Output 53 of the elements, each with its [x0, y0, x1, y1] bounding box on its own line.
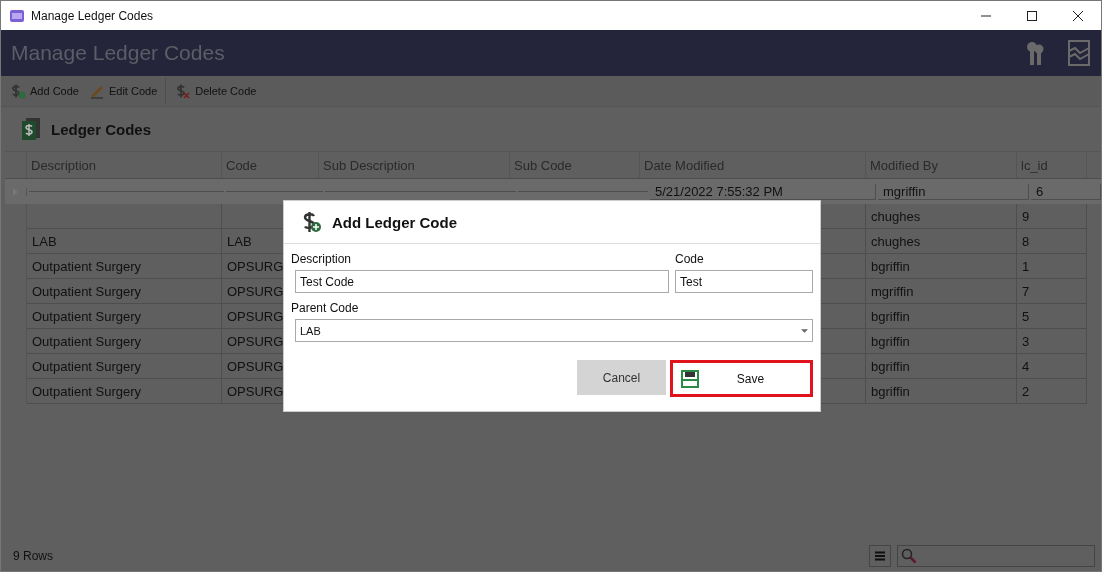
menu-icon	[874, 550, 886, 562]
field-label: Code	[675, 251, 705, 268]
table-cell: 4	[1017, 354, 1087, 379]
menu-button[interactable]	[869, 545, 891, 567]
table-cell: Outpatient Surgery	[27, 254, 222, 279]
dollar-add-icon	[302, 211, 322, 233]
table-cell: bgriffin	[866, 304, 1017, 329]
row-count: 9 Rows	[13, 549, 53, 563]
table-cell: LAB	[27, 229, 222, 254]
toolbar-button[interactable]: Edit Code	[83, 78, 167, 104]
search-icon	[901, 548, 917, 564]
ledger-icon	[21, 117, 41, 141]
table-cell: chughes	[866, 204, 1017, 229]
dollar-delete-icon	[175, 83, 192, 99]
table-cell: 5/21/2022 7:55:32 PM	[650, 183, 876, 200]
table-cell: bgriffin	[866, 254, 1017, 279]
table-cell: 5	[1017, 304, 1087, 329]
table-cell: mgriffin	[878, 183, 1029, 200]
table-cell: bgriffin	[866, 379, 1017, 404]
chart-icon[interactable]	[1067, 39, 1091, 67]
search-field[interactable]	[897, 545, 1095, 567]
table-row[interactable]: 5/21/2022 7:55:32 PM mgriffin 6	[5, 179, 1101, 204]
table-cell: Outpatient Surgery	[27, 354, 222, 379]
table-cell: 2	[1017, 379, 1087, 404]
table-cell: Outpatient Surgery	[27, 379, 222, 404]
header-title: Manage Ledger Codes	[11, 41, 225, 65]
description-field[interactable]: Test Code	[295, 270, 669, 293]
table-cell: bgriffin	[866, 354, 1017, 379]
table-cell: 8	[1017, 229, 1087, 254]
pencil-icon	[88, 83, 105, 99]
table-cell: Outpatient Surgery	[27, 279, 222, 304]
window-title: Manage Ledger Codes	[31, 8, 154, 23]
table-cell: 7	[1017, 279, 1087, 304]
toolbar-button[interactable]: Add Code	[5, 78, 84, 104]
section-title: Ledger Codes	[51, 120, 152, 138]
cancel-button[interactable]: Cancel	[577, 360, 666, 395]
table-cell: Outpatient Surgery	[27, 304, 222, 329]
table-cell: Outpatient Surgery	[27, 329, 222, 354]
table-cell: mgriffin	[866, 279, 1017, 304]
parent-code-dropdown[interactable]: LAB	[295, 319, 813, 342]
dialog-title: Add Ledger Code	[332, 213, 457, 231]
table-cell: 3	[1017, 329, 1087, 354]
table-cell: 6	[1031, 183, 1101, 200]
app-icon	[9, 7, 25, 24]
caret-icon	[801, 328, 808, 333]
table-cell: bgriffin	[866, 329, 1017, 354]
toolbar-button[interactable]: Delete Code	[170, 78, 262, 104]
table-cell: 9	[1017, 204, 1087, 229]
table-cell: 1	[1017, 254, 1087, 279]
save-button[interactable]: Save	[670, 360, 813, 397]
dollar-add-icon	[10, 83, 26, 99]
code-field[interactable]: Test	[675, 270, 813, 293]
table-cell: chughes	[866, 229, 1017, 254]
